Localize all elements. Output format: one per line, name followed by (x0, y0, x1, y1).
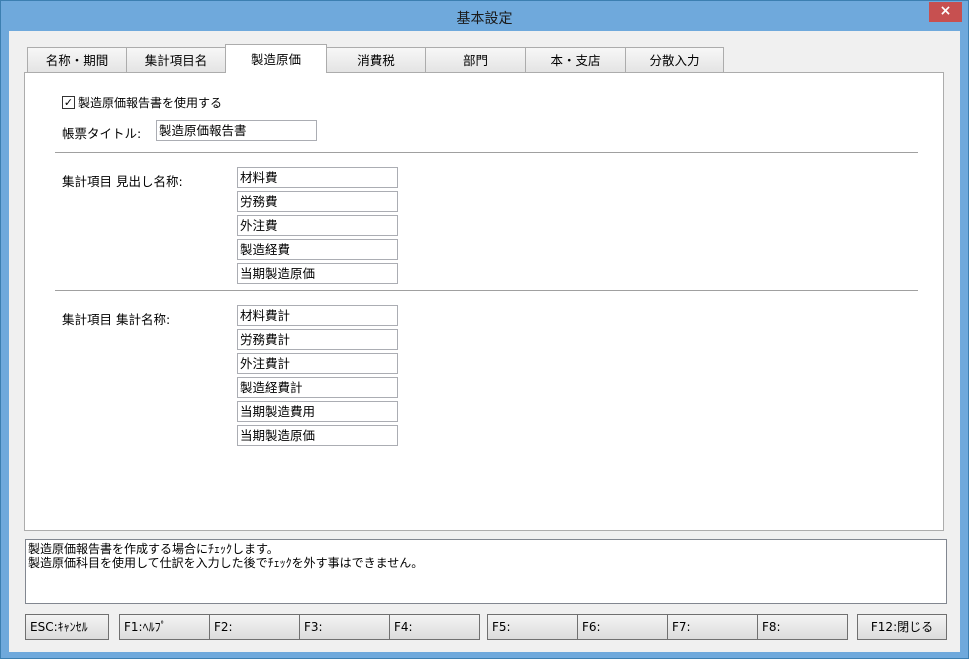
f6-button[interactable]: F6: (577, 614, 668, 640)
tab-department[interactable]: 部門 (425, 47, 526, 73)
tab-consumption-tax[interactable]: 消費税 (326, 47, 426, 73)
function-key-bar: ESC:ｷｬﾝｾﾙ F1:ﾍﾙﾌﾟ F2: F3: F4: F5: F6: F7… (25, 614, 947, 641)
divider (55, 290, 918, 291)
heading-name-input-2[interactable]: 労務費 (237, 191, 398, 212)
f12-close-button[interactable]: F12:閉じる (857, 614, 947, 640)
help-message-line: 製造原価報告書を作成する場合にﾁｪｯｸします。 (28, 542, 279, 556)
f8-button[interactable]: F8: (757, 614, 848, 640)
report-title-input[interactable]: 製造原価報告書 (156, 120, 317, 141)
f5-button[interactable]: F5: (487, 614, 578, 640)
total-name-input-2[interactable]: 労務費計 (237, 329, 398, 350)
total-name-input-5[interactable]: 当期製造費用 (237, 401, 398, 422)
f1-help-button[interactable]: F1:ﾍﾙﾌﾟ (119, 614, 210, 640)
tab-manufacturing-cost[interactable]: 製造原価 (225, 44, 327, 73)
heading-name-input-1[interactable]: 材料費 (237, 167, 398, 188)
f4-button[interactable]: F4: (389, 614, 480, 640)
heading-names-label: 集計項目 見出し名称: (62, 174, 183, 189)
tab-name-period[interactable]: 名称・期間 (27, 47, 127, 73)
use-report-label: 製造原価報告書を使用する (78, 96, 223, 110)
settings-window: 基本設定 × 名称・期間 集計項目名 製造原価 消費税 部門 本・支店 分散入力… (0, 0, 969, 659)
title-bar[interactable]: 基本設定 × (1, 1, 968, 31)
f3-button[interactable]: F3: (299, 614, 390, 640)
tab-distributed-input[interactable]: 分散入力 (625, 47, 724, 73)
use-report-checkbox-row[interactable]: ✓ 製造原価報告書を使用する (62, 94, 222, 111)
esc-cancel-button[interactable]: ESC:ｷｬﾝｾﾙ (25, 614, 109, 640)
report-title-label: 帳票タイトル: (62, 126, 142, 141)
use-report-checkbox[interactable]: ✓ (62, 96, 75, 109)
help-message-box: 製造原価報告書を作成する場合にﾁｪｯｸします。 製造原価科目を使用して仕訳を入力… (25, 539, 947, 604)
heading-name-input-4[interactable]: 製造経費 (237, 239, 398, 260)
dialog-body: 名称・期間 集計項目名 製造原価 消費税 部門 本・支店 分散入力 ✓ 製造原価… (9, 31, 960, 652)
f7-button[interactable]: F7: (667, 614, 758, 640)
tab-panel-manufacturing-cost: ✓ 製造原価報告書を使用する 帳票タイトル: 製造原価報告書 集計項目 見出し名… (24, 72, 944, 531)
f2-button[interactable]: F2: (209, 614, 300, 640)
close-icon[interactable]: × (929, 2, 962, 22)
divider (55, 152, 918, 153)
total-name-input-1[interactable]: 材料費計 (237, 305, 398, 326)
window-title: 基本設定 (456, 11, 513, 27)
total-name-input-4[interactable]: 製造経費計 (237, 377, 398, 398)
help-message-line: 製造原価科目を使用して仕訳を入力した後でﾁｪｯｸを外す事はできません。 (28, 556, 424, 570)
heading-name-input-5[interactable]: 当期製造原価 (237, 263, 398, 284)
total-name-input-6[interactable]: 当期製造原価 (237, 425, 398, 446)
total-names-label: 集計項目 集計名称: (62, 312, 171, 327)
heading-name-input-3[interactable]: 外注費 (237, 215, 398, 236)
tab-summary-names[interactable]: 集計項目名 (126, 47, 226, 73)
total-name-input-3[interactable]: 外注費計 (237, 353, 398, 374)
tab-branch[interactable]: 本・支店 (525, 47, 626, 73)
